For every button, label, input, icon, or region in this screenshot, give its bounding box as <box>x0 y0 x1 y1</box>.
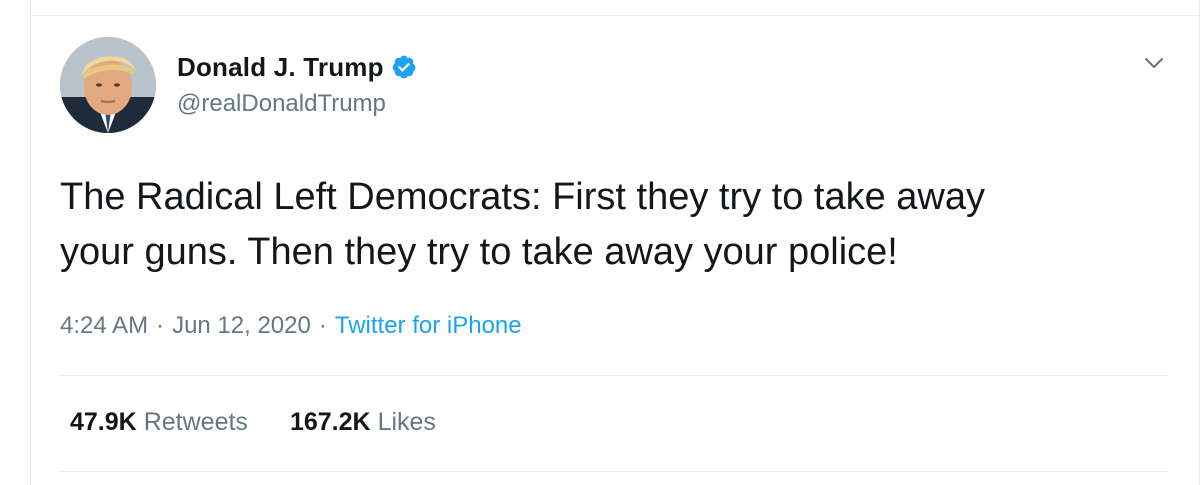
likes-label: Likes <box>377 408 436 436</box>
divider <box>60 375 1168 376</box>
timeline-border-top <box>30 15 1200 16</box>
tweet-stats: 47.9K Retweets 167.2K Likes <box>70 408 478 437</box>
likes-count: 167.2K <box>289 408 371 436</box>
meta-separator: · <box>156 312 165 339</box>
chevron-down-icon[interactable] <box>1143 52 1165 74</box>
retweets-count: 47.9K <box>70 408 137 436</box>
timeline-border-left <box>30 0 31 485</box>
likes-stat[interactable]: 167.2K Likes <box>290 408 436 437</box>
divider <box>60 471 1168 472</box>
retweets-label: Retweets <box>143 408 248 436</box>
avatar[interactable] <box>60 37 156 133</box>
tweet-date[interactable]: Jun 12, 2020 <box>172 312 311 340</box>
tweet-card: Donald J. Trump @realDonaldTrump The Rad… <box>0 0 1200 485</box>
author-name-row[interactable]: Donald J. Trump <box>177 50 417 84</box>
tweet-source-link[interactable]: Twitter for iPhone <box>335 312 522 340</box>
meta-separator: · <box>318 312 327 339</box>
tweet-time[interactable]: 4:24 AM <box>60 312 148 340</box>
retweets-stat[interactable]: 47.9K Retweets <box>70 408 248 437</box>
tweet-text: The Radical Left Democrats: First they t… <box>60 176 986 273</box>
tweet-meta: 4:24 AM · Jun 12, 2020 · Twitter for iPh… <box>60 312 522 340</box>
verified-badge-icon <box>391 54 417 80</box>
author-display-name[interactable]: Donald J. Trump <box>177 52 384 83</box>
avatar-image <box>60 37 156 133</box>
author-handle[interactable]: @realDonaldTrump <box>177 90 386 118</box>
